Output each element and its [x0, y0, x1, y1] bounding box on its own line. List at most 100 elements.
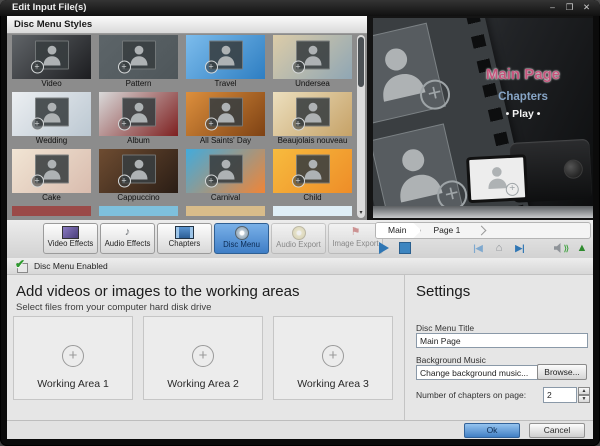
- browse-button[interactable]: Browse...: [537, 364, 587, 380]
- breadcrumb: Main Page 1: [375, 222, 591, 239]
- breadcrumb-tab-page1[interactable]: Page 1: [421, 223, 474, 238]
- scrollbar-down-arrow-icon[interactable]: ▾: [357, 210, 365, 217]
- style-item-label: All Saints' Day: [182, 136, 269, 145]
- working-areas-zone: Add videos or images to the working area…: [7, 275, 403, 420]
- style-thumbnail: +: [273, 92, 352, 136]
- style-item-label: Wedding: [8, 136, 95, 145]
- home-page-button[interactable]: ⌂: [492, 241, 506, 255]
- style-item-beaujolais-nouveau[interactable]: +Beaujolais nouveau: [269, 91, 356, 148]
- style-thumbnail: +: [12, 149, 91, 193]
- style-item-label: Undersea: [269, 79, 356, 88]
- style-item-child[interactable]: +Child: [269, 148, 356, 205]
- style-item-label: Video: [8, 79, 95, 88]
- style-grid: +Video+Pattern+Travel+Undersea+Wedding+A…: [8, 34, 356, 220]
- style-thumbnail: +: [273, 35, 352, 79]
- style-thumbnail: +: [273, 149, 352, 193]
- working-area-label: Working Area 3: [274, 378, 392, 390]
- person-placeholder-icon: +: [296, 41, 330, 70]
- disc-menu-button[interactable]: Disc Menu: [214, 223, 269, 254]
- scrollbar-thumb[interactable]: [358, 37, 364, 87]
- breadcrumb-tab-main[interactable]: Main: [376, 223, 421, 238]
- menu-text-block: Main Page Chapters • Play •: [465, 66, 581, 120]
- camcorder-screen: +: [466, 154, 528, 203]
- style-thumbnail: +: [99, 149, 178, 193]
- style-item-label: Cappuccino: [95, 193, 182, 202]
- style-item-cake[interactable]: +Cake: [8, 148, 95, 205]
- video-effects-button[interactable]: Video Effects: [43, 223, 98, 254]
- breadcrumb-chevron-icon: [477, 226, 487, 236]
- film-strip-icon: [175, 226, 194, 239]
- style-item-label: Cake: [8, 193, 95, 202]
- top-section: Disc Menu Styles +Video+Pattern+Travel+U…: [7, 16, 593, 220]
- working-area-dropzone-working-area-3[interactable]: + Working Area 3: [273, 316, 393, 400]
- style-item-label: Pattern: [95, 79, 182, 88]
- style-item-partial: [95, 206, 182, 216]
- chapters-count-input[interactable]: [543, 387, 577, 403]
- styles-scrollbar[interactable]: ▾: [357, 35, 365, 218]
- style-item-album[interactable]: +Album: [95, 91, 182, 148]
- style-thumbnail: +: [99, 35, 178, 79]
- spinner-down-icon[interactable]: ▼: [578, 395, 590, 403]
- style-item-label: Travel: [182, 79, 269, 88]
- window-controls: –❐ ✕: [547, 1, 592, 14]
- cancel-button[interactable]: Cancel: [529, 423, 585, 438]
- camcorder-lens: [563, 159, 583, 179]
- style-item-carnival[interactable]: +Carnival: [182, 148, 269, 205]
- working-areas-subheading: Select files from your computer hard dis…: [16, 302, 211, 313]
- person-placeholder-icon[interactable]: +: [373, 123, 463, 218]
- button-label: Video Effects: [48, 240, 94, 249]
- dialog-content: Disc Menu Styles +Video+Pattern+Travel+U…: [7, 16, 593, 439]
- preview-nav-zone: Main Page 1 |◀ ⌂ ▶| ⟩⟩ ▲: [373, 220, 593, 258]
- maximize-button[interactable]: ❐: [564, 1, 575, 14]
- style-item-all-saints-day[interactable]: + All Saints' Day: [182, 91, 269, 148]
- disc-icon: [235, 226, 249, 240]
- person-placeholder-icon: +: [296, 98, 330, 127]
- menu-main-page-text[interactable]: Main Page: [465, 66, 581, 83]
- camcorder-graphic: +: [465, 135, 593, 213]
- settings-heading: Settings: [416, 283, 470, 300]
- style-item-partial: [269, 206, 356, 216]
- minimize-button[interactable]: –: [547, 1, 558, 14]
- spinner-up-icon[interactable]: ▲: [578, 387, 590, 395]
- working-area-label: Working Area 2: [144, 378, 262, 390]
- next-page-button[interactable]: ▶|: [513, 241, 527, 255]
- close-button[interactable]: ✕: [581, 1, 592, 14]
- ok-button[interactable]: Ok: [464, 423, 520, 438]
- add-files-icon: +: [322, 345, 344, 367]
- audio-effects-button[interactable]: ♪Audio Effects: [100, 223, 155, 254]
- menu-play-text[interactable]: • Play •: [465, 108, 581, 120]
- chapters-count-label: Number of chapters on page:: [416, 390, 526, 400]
- style-item-travel[interactable]: +Travel: [182, 34, 269, 91]
- style-thumbnail: +: [12, 92, 91, 136]
- style-item-undersea[interactable]: + Undersea: [269, 34, 356, 91]
- menu-preview-panel: + + Main Page Chapters • Play •: [373, 18, 593, 218]
- play-button[interactable]: [377, 241, 391, 255]
- working-area-dropzone-working-area-2[interactable]: +Working Area 2: [143, 316, 263, 400]
- person-placeholder-icon: +: [35, 98, 69, 127]
- menu-chapters-text[interactable]: Chapters: [465, 91, 581, 103]
- style-item-pattern[interactable]: +Pattern: [95, 34, 182, 91]
- speaker-button[interactable]: ⟩⟩: [554, 241, 568, 255]
- background-music-label: Background Music: [416, 355, 486, 365]
- title-bar[interactable]: Edit Input File(s) –❐✕: [0, 0, 600, 16]
- cd-icon: [292, 226, 306, 240]
- working-areas: +Working Area 1+Working Area 2+Working A…: [13, 316, 393, 400]
- working-area-dropzone-working-area-1[interactable]: +Working Area 1: [13, 316, 133, 400]
- style-item-wedding[interactable]: + Wedding: [8, 91, 95, 148]
- style-item-video[interactable]: + Video: [8, 34, 95, 91]
- style-item-cappuccino[interactable]: + Cappuccino: [95, 148, 182, 205]
- effects-toolbar: Video Effects ♪Audio EffectsChaptersDisc …: [43, 223, 383, 254]
- person-placeholder-icon: +: [209, 98, 243, 127]
- person-placeholder-icon: +: [122, 155, 156, 184]
- chapters-button[interactable]: Chapters: [157, 223, 212, 254]
- background-music-input[interactable]: [416, 365, 538, 380]
- person-placeholder-icon[interactable]: +: [373, 23, 446, 124]
- stop-button[interactable]: [398, 241, 412, 255]
- volume-button[interactable]: ▲: [575, 241, 589, 255]
- person-placeholder-icon: +: [35, 41, 69, 70]
- disc-menu-enabled-checkbox[interactable]: ✔: [15, 260, 29, 272]
- toolbar-band: Video Effects ♪Audio EffectsChaptersDisc …: [7, 220, 593, 259]
- disc-menu-title-input[interactable]: [416, 333, 588, 348]
- previous-page-button[interactable]: |◀: [471, 241, 485, 255]
- style-item-label: Child: [269, 193, 356, 202]
